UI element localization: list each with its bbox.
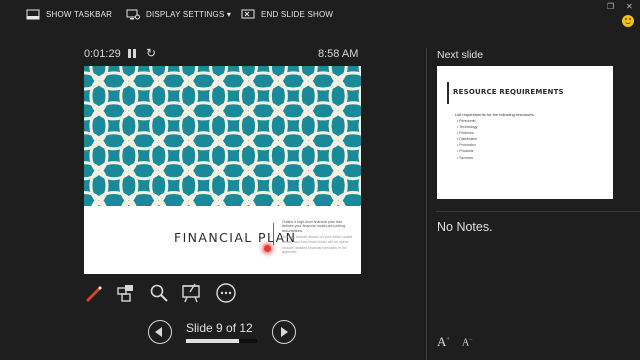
- feedback-smiley-icon[interactable]: [622, 15, 634, 27]
- pointer-icon: [182, 283, 200, 303]
- side-text-paragraph: Include detailed financial forecasts in …: [282, 246, 347, 255]
- side-text-paragraph: Outline a high-level financial plan that…: [282, 220, 346, 233]
- elapsed-timer: 0:01:29: [84, 48, 121, 60]
- previous-slide-button[interactable]: [148, 320, 172, 344]
- slide-counter[interactable]: Slide 9 of 12: [186, 321, 253, 335]
- end-show-icon: [241, 9, 255, 19]
- next-slide-list-item: Services: [457, 155, 477, 161]
- next-slide-label: Next slide: [437, 49, 484, 61]
- end-slide-show-label: END SLIDE SHOW: [261, 10, 334, 19]
- more-icon: [216, 283, 236, 303]
- side-text-paragraph: You can include details on your initial …: [282, 235, 353, 244]
- pen-tool-button[interactable]: [82, 282, 104, 304]
- decrease-font-icon[interactable]: A−: [462, 337, 473, 348]
- display-settings-label: DISPLAY SETTINGS ▾: [146, 10, 232, 19]
- increase-font-icon[interactable]: A+: [437, 334, 450, 350]
- restart-timer-icon[interactable]: ↻: [146, 46, 156, 60]
- next-slide-preview[interactable]: RESOURCE REQUIREMENTS List requirements …: [437, 66, 613, 199]
- laser-pointer: [264, 245, 271, 252]
- slide-title: FINANCIAL PLAN: [174, 230, 297, 245]
- see-all-slides-button[interactable]: [115, 282, 137, 304]
- top-toolbar: SHOW TASKBAR DISPLAY SETTINGS ▾ END SLID…: [0, 0, 640, 30]
- slide-grid-icon: [117, 285, 133, 302]
- show-taskbar-button[interactable]: SHOW TASKBAR: [26, 9, 112, 20]
- display-icon: [126, 9, 140, 20]
- speaker-notes: No Notes.: [437, 220, 493, 234]
- pen-icon: [86, 286, 102, 302]
- restore-window-icon[interactable]: ❐: [607, 2, 614, 11]
- next-slide-title: RESOURCE REQUIREMENTS: [453, 88, 564, 96]
- show-taskbar-label: SHOW TASKBAR: [46, 10, 113, 19]
- pause-timer-icon[interactable]: [128, 49, 136, 58]
- pointer-options-button[interactable]: [181, 282, 203, 304]
- pane-divider: [426, 48, 427, 360]
- next-slide-button[interactable]: [272, 320, 296, 344]
- taskbar-icon: [26, 9, 40, 20]
- next-slide-intro: List requirements for the following reso…: [455, 112, 535, 117]
- slide-progress-bar: [186, 339, 257, 343]
- slide-circle-pattern: [84, 66, 361, 206]
- end-slide-show-button[interactable]: END SLIDE SHOW: [241, 9, 333, 20]
- slide-side-text: Outline a high-level financial plan that…: [282, 220, 354, 257]
- zoom-icon: [150, 284, 168, 302]
- next-slide-accent-bar: [447, 82, 449, 104]
- close-window-icon[interactable]: ✕: [626, 2, 633, 11]
- zoom-button[interactable]: [148, 282, 170, 304]
- slide-progress-fill: [186, 339, 239, 343]
- more-options-button[interactable]: [215, 282, 237, 304]
- notes-divider: [436, 211, 640, 212]
- next-slide-list: PersonnelTechnologyFinancesDistributionP…: [457, 118, 477, 161]
- display-settings-button[interactable]: DISPLAY SETTINGS ▾: [126, 9, 231, 20]
- current-slide[interactable]: FINANCIAL PLAN Outline a high-level fina…: [84, 66, 361, 274]
- current-time: 8:58 AM: [318, 48, 359, 60]
